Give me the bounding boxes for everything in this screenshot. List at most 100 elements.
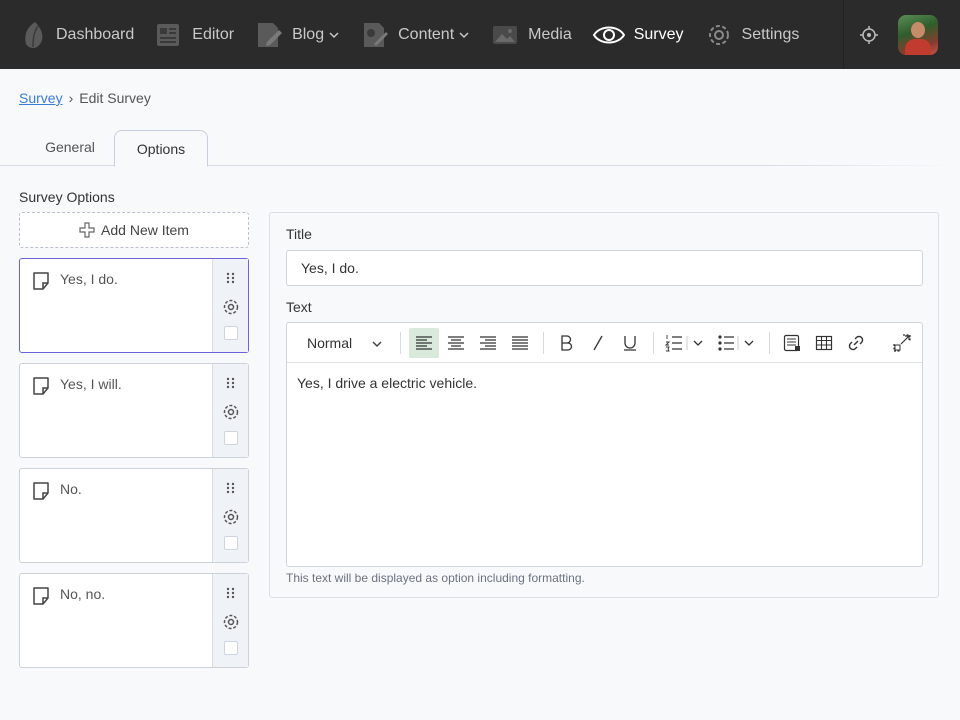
note-icon bbox=[33, 587, 49, 605]
bold-button[interactable] bbox=[551, 328, 581, 358]
gear-icon[interactable] bbox=[222, 613, 240, 631]
align-right-button[interactable] bbox=[473, 328, 503, 358]
toolbar-divider bbox=[653, 332, 654, 354]
nav-blog[interactable]: Blog bbox=[244, 0, 350, 69]
nav-editor[interactable]: Editor bbox=[144, 0, 244, 69]
option-checkbox[interactable] bbox=[224, 641, 238, 655]
eye-icon bbox=[592, 26, 625, 43]
tab-options[interactable]: Options bbox=[114, 130, 208, 167]
breadcrumb-separator: › bbox=[68, 90, 74, 106]
bullet-list-button[interactable] bbox=[715, 328, 761, 358]
insert-link-button[interactable] bbox=[841, 328, 871, 358]
nav-content[interactable]: Content bbox=[350, 0, 480, 69]
fullscreen-button[interactable] bbox=[887, 328, 917, 358]
gear-icon[interactable] bbox=[222, 508, 240, 526]
add-new-item-label: Add New Item bbox=[101, 222, 189, 238]
rich-text-editor: Normal Yes, I drive a electric vehicle. bbox=[286, 322, 923, 567]
crosshair-icon bbox=[860, 25, 878, 44]
chevron-down-icon bbox=[329, 31, 339, 38]
breadcrumb-current: Edit Survey bbox=[79, 90, 151, 106]
option-actions bbox=[212, 574, 248, 667]
content-edit-icon bbox=[364, 22, 389, 47]
text-help: This text will be displayed as option in… bbox=[286, 571, 585, 585]
drag-handle-icon[interactable] bbox=[225, 377, 237, 389]
insert-template-button[interactable] bbox=[777, 328, 807, 358]
editor-content[interactable]: Yes, I drive a electric vehicle. bbox=[297, 375, 477, 391]
nav-media-label: Media bbox=[528, 25, 572, 43]
nav-dashboard-label: Dashboard bbox=[56, 25, 135, 43]
nav-blog-label: Blog bbox=[292, 25, 325, 43]
drag-handle-icon[interactable] bbox=[225, 482, 237, 494]
avatar[interactable] bbox=[898, 14, 938, 55]
option-actions bbox=[212, 364, 248, 457]
editor-toolbar: Normal bbox=[287, 323, 922, 363]
note-icon bbox=[33, 272, 49, 290]
option-card[interactable]: No. bbox=[19, 468, 249, 563]
option-checkbox[interactable] bbox=[224, 536, 238, 550]
add-new-item-button[interactable]: Add New Item bbox=[19, 212, 249, 248]
option-actions bbox=[212, 259, 248, 352]
bold-icon bbox=[561, 335, 573, 351]
option-label: Yes, I do. bbox=[60, 271, 118, 287]
note-icon bbox=[33, 482, 49, 500]
nav-dashboard[interactable]: Dashboard bbox=[12, 0, 144, 69]
title-label: Title bbox=[286, 226, 312, 242]
nav-survey[interactable]: Survey bbox=[582, 0, 694, 69]
heading-select-value: Normal bbox=[307, 335, 353, 351]
newspaper-icon bbox=[157, 23, 180, 46]
align-justify-button[interactable] bbox=[505, 328, 535, 358]
align-justify-icon bbox=[512, 336, 528, 350]
numbered-list-button[interactable] bbox=[663, 328, 711, 358]
nav-media[interactable]: Media bbox=[480, 0, 582, 69]
nav-settings[interactable]: Settings bbox=[694, 0, 810, 69]
numbered-list-icon bbox=[665, 335, 703, 352]
bullet-list-icon bbox=[718, 335, 754, 351]
option-card[interactable]: No, no. bbox=[19, 573, 249, 668]
title-input[interactable] bbox=[286, 250, 923, 286]
gear-icon[interactable] bbox=[222, 403, 240, 421]
underline-icon bbox=[624, 336, 636, 351]
underline-button[interactable] bbox=[615, 328, 645, 358]
leaf-icon bbox=[25, 21, 43, 48]
option-actions bbox=[212, 469, 248, 562]
nav-editor-label: Editor bbox=[192, 25, 235, 43]
link-icon bbox=[848, 335, 864, 351]
breadcrumb-survey-link[interactable]: Survey bbox=[19, 90, 63, 106]
toolbar-divider bbox=[400, 332, 401, 354]
option-edit-panel: Title Text Normal bbox=[269, 212, 939, 598]
document-edit-icon bbox=[258, 22, 283, 47]
note-icon bbox=[33, 377, 49, 395]
toolbar-divider bbox=[543, 332, 544, 354]
gear-icon[interactable] bbox=[222, 298, 240, 316]
drag-handle-icon[interactable] bbox=[225, 272, 237, 284]
avatar-face bbox=[911, 21, 925, 38]
option-checkbox[interactable] bbox=[224, 431, 238, 445]
tab-general[interactable]: General bbox=[28, 128, 112, 166]
option-label: No. bbox=[60, 481, 82, 497]
heading-select[interactable]: Normal bbox=[299, 328, 393, 358]
align-left-button[interactable] bbox=[409, 328, 439, 358]
align-center-icon bbox=[448, 336, 464, 350]
option-checkbox[interactable] bbox=[224, 326, 238, 340]
option-card[interactable]: Yes, I will. bbox=[19, 363, 249, 458]
align-center-button[interactable] bbox=[441, 328, 471, 358]
option-card[interactable]: Yes, I do. bbox=[19, 258, 249, 353]
chevron-down-icon bbox=[459, 31, 469, 38]
avatar-body bbox=[905, 38, 931, 55]
chevron-down-icon bbox=[372, 341, 382, 348]
table-icon bbox=[815, 335, 833, 351]
locate-button[interactable] bbox=[844, 0, 894, 69]
insert-table-button[interactable] bbox=[809, 328, 839, 358]
italic-button[interactable] bbox=[583, 328, 613, 358]
italic-icon bbox=[593, 335, 603, 351]
option-label: Yes, I will. bbox=[60, 376, 122, 392]
fullscreen-icon bbox=[893, 334, 911, 352]
option-label: No, no. bbox=[60, 586, 106, 602]
drag-handle-icon[interactable] bbox=[225, 587, 237, 599]
image-icon bbox=[493, 25, 518, 44]
add-icon bbox=[79, 222, 95, 238]
gear-icon bbox=[708, 24, 729, 45]
tab-bar: General Options bbox=[0, 128, 960, 167]
toolbar-divider bbox=[769, 332, 770, 354]
nav-content-label: Content bbox=[398, 25, 455, 43]
